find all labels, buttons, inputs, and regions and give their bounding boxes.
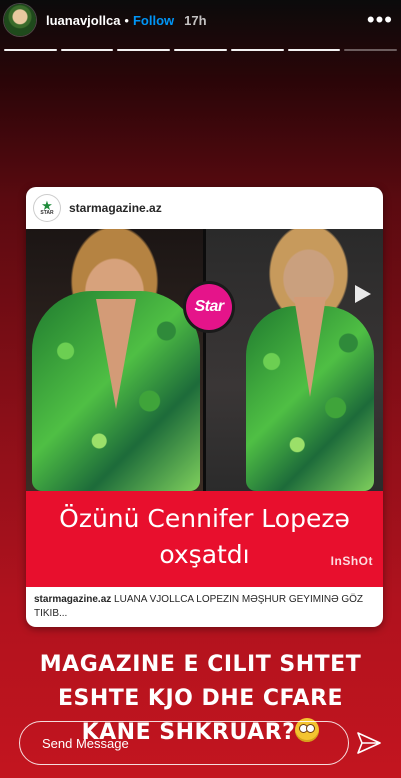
story-text-line2: ESHTE KJO DHE CFARE: [57, 686, 344, 711]
progress-segment: [60, 49, 114, 51]
progress-segment: [344, 49, 398, 51]
separator-dot: •: [124, 12, 129, 28]
headline-line1: Özünü Cennifer Lopezə: [59, 504, 350, 533]
post-time: 17h: [184, 12, 207, 28]
site-logo: ★ STAR: [34, 195, 60, 221]
shared-post-card[interactable]: ★ STAR starmagazine.az Star Özünü Cennif…: [26, 187, 383, 627]
story-view[interactable]: luanavjollca • Follow 17h ••• ★ STAR sta…: [0, 0, 401, 778]
more-dots-icon[interactable]: •••: [367, 9, 393, 31]
star-badge-text: Star: [186, 284, 232, 330]
progress-segment: [230, 49, 284, 51]
headline-banner: Özünü Cennifer Lopezə oxşatdı InShOt: [26, 491, 383, 587]
send-message-input[interactable]: [40, 734, 324, 752]
post-caption: starmagazine.az LUANA VJOLLCA LOPEZIN MƏ…: [26, 587, 383, 627]
photo-right: [206, 229, 383, 491]
photo-left: [26, 229, 203, 491]
send-icon[interactable]: [357, 732, 381, 754]
post-image: Star: [26, 229, 383, 491]
follow-button[interactable]: Follow: [133, 13, 174, 28]
progress-segment: [287, 49, 341, 51]
card-header: ★ STAR starmagazine.az: [26, 187, 383, 229]
inshot-watermark: InShOt: [330, 554, 373, 568]
story-text-line1: MAGAZINE E CILIT SHTET: [39, 652, 362, 677]
headline-line2: oxşatdı: [159, 540, 250, 569]
story-header: luanavjollca • Follow 17h •••: [4, 4, 393, 36]
progress-segment: [4, 49, 57, 51]
avatar[interactable]: [4, 4, 36, 36]
logo-text: STAR: [40, 210, 54, 216]
play-icon[interactable]: [355, 285, 371, 303]
story-progress: [4, 49, 398, 51]
caption-site[interactable]: starmagazine.az: [34, 594, 111, 605]
star-badge-logo: Star: [183, 281, 235, 333]
reply-bar[interactable]: [19, 721, 349, 765]
site-name[interactable]: starmagazine.az: [69, 201, 162, 215]
username[interactable]: luanavjollca: [46, 13, 120, 28]
progress-segment: [174, 49, 227, 51]
progress-segment: [117, 49, 171, 51]
